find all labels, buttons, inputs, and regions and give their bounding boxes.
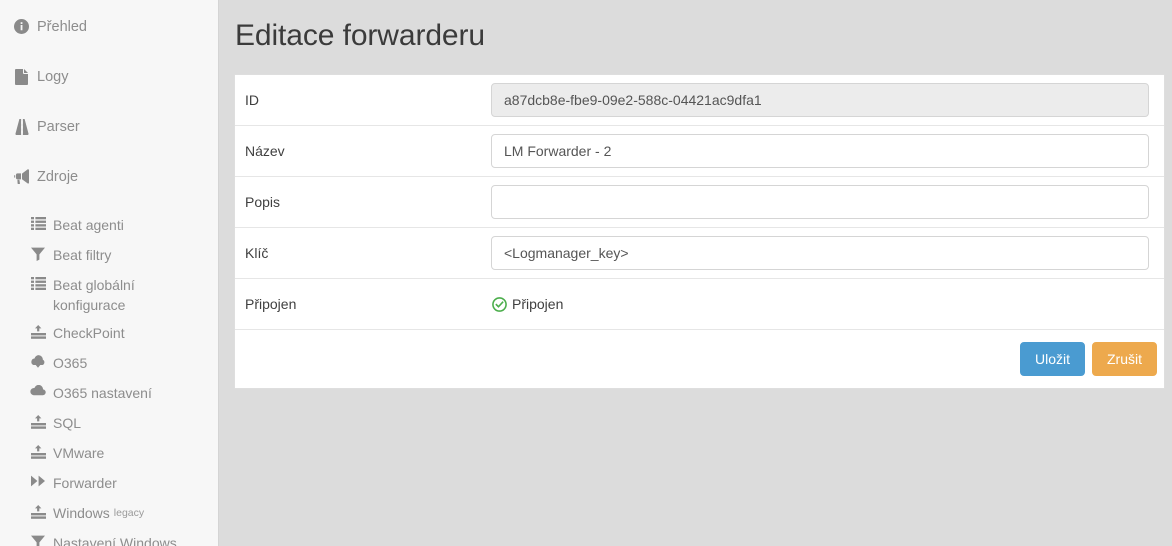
server-upload-icon — [29, 445, 47, 459]
sidebar-item-sql[interactable]: SQL — [0, 409, 218, 439]
sidebar-item-label: Beat globální konfigurace — [53, 277, 135, 313]
nazev-label: Název — [245, 143, 285, 159]
info-circle-icon — [12, 19, 31, 34]
file-icon — [12, 69, 31, 85]
sidebar-item-label: Nastavení Windows — [53, 535, 177, 546]
list-icon — [29, 217, 47, 230]
sidebar-item-label: VMware — [53, 445, 105, 461]
cloud-download-icon — [29, 355, 47, 368]
sidebar-item-parser[interactable]: Parser — [0, 111, 218, 161]
sidebar-item-label: Beat filtry — [53, 247, 112, 263]
form-row-popis: Popis — [235, 177, 1164, 228]
nazev-value-cell — [491, 134, 1156, 168]
klic-value-cell — [491, 236, 1156, 270]
sidebar-item-label: O365 — [53, 355, 88, 371]
page-title: Editace forwarderu — [235, 19, 485, 52]
id-input[interactable] — [491, 83, 1149, 117]
sidebar-item-beat-agenti[interactable]: Beat agenti — [0, 211, 218, 241]
form-row-id: ID — [235, 75, 1164, 126]
forward-icon — [29, 475, 47, 487]
sidebar-item-superscript: legacy — [113, 507, 145, 519]
sidebar-item-windows-legacy[interactable]: Windows legacy — [0, 499, 218, 529]
filter-icon — [29, 535, 47, 546]
cloud-icon — [29, 385, 47, 396]
klic-label: Klíč — [245, 245, 269, 261]
main-content: Editace forwarderu ID Název Popis Klíč — [219, 0, 1172, 546]
sidebar-item-vmware[interactable]: VMware — [0, 439, 218, 469]
sidebar-item-label: SQL — [53, 415, 82, 431]
road-icon — [12, 119, 31, 135]
sidebar-item-nastaveni-windows[interactable]: Nastavení Windows — [0, 529, 218, 546]
save-button[interactable]: Uložit — [1019, 342, 1085, 376]
cancel-button[interactable]: Zrušit — [1092, 342, 1157, 376]
sidebar-item-o365[interactable]: O365 — [0, 349, 218, 379]
popis-value-cell — [491, 185, 1156, 219]
sidebar-item-label: O365 nastavení — [53, 385, 152, 401]
forwarder-edit-form: ID Název Popis Klíč — [234, 74, 1165, 389]
check-circle-icon — [492, 296, 507, 312]
sidebar-item-zdroje[interactable]: Zdroje — [0, 161, 218, 211]
sidebar-item-label: CheckPoint — [53, 325, 125, 341]
sidebar-item-label: Windows — [53, 505, 110, 521]
pripojen-label: Připojen — [245, 296, 297, 312]
nazev-input[interactable] — [491, 134, 1149, 168]
sidebar-item-logy[interactable]: Logy — [0, 61, 218, 111]
popis-input[interactable] — [491, 185, 1149, 219]
filter-icon — [29, 247, 47, 261]
list-icon — [29, 277, 47, 290]
sidebar-item-checkpoint[interactable]: CheckPoint — [0, 319, 218, 349]
sidebar-item-label: Parser — [37, 119, 80, 135]
form-row-klic: Klíč — [235, 228, 1164, 279]
sidebar-item-label: Přehled — [37, 19, 87, 35]
klic-input[interactable] — [491, 236, 1149, 270]
sidebar: Přehled Logy Parser Zdroje Beat agenti B… — [0, 0, 219, 546]
sidebar-item-label: Forwarder — [53, 475, 117, 491]
form-row-nazev: Název — [235, 126, 1164, 177]
server-upload-icon — [29, 325, 47, 339]
sidebar-item-beat-globalni-konfigurace[interactable]: Beat globální konfigurace — [0, 271, 218, 319]
bullhorn-icon — [12, 169, 31, 184]
pripojen-value-cell: Připojen — [491, 296, 1156, 312]
form-actions: Uložit Zrušit — [235, 330, 1164, 388]
sidebar-item-label: Zdroje — [37, 169, 79, 185]
id-label: ID — [245, 92, 259, 108]
server-upload-icon — [29, 505, 47, 519]
status-text: Připojen — [512, 296, 564, 312]
form-row-pripojen: Připojen Připojen — [235, 279, 1164, 330]
sidebar-item-prehled[interactable]: Přehled — [0, 11, 218, 61]
sidebar-item-label: Beat agenti — [53, 217, 124, 233]
sidebar-item-forwarder[interactable]: Forwarder — [0, 469, 218, 499]
sidebar-item-label: Logy — [37, 69, 69, 85]
server-upload-icon — [29, 415, 47, 429]
popis-label: Popis — [245, 194, 281, 210]
sidebar-item-o365-nastaveni[interactable]: O365 nastavení — [0, 379, 218, 409]
sidebar-item-beat-filtry[interactable]: Beat filtry — [0, 241, 218, 271]
id-value-cell — [491, 83, 1156, 117]
status-badge: Připojen — [491, 296, 1149, 312]
